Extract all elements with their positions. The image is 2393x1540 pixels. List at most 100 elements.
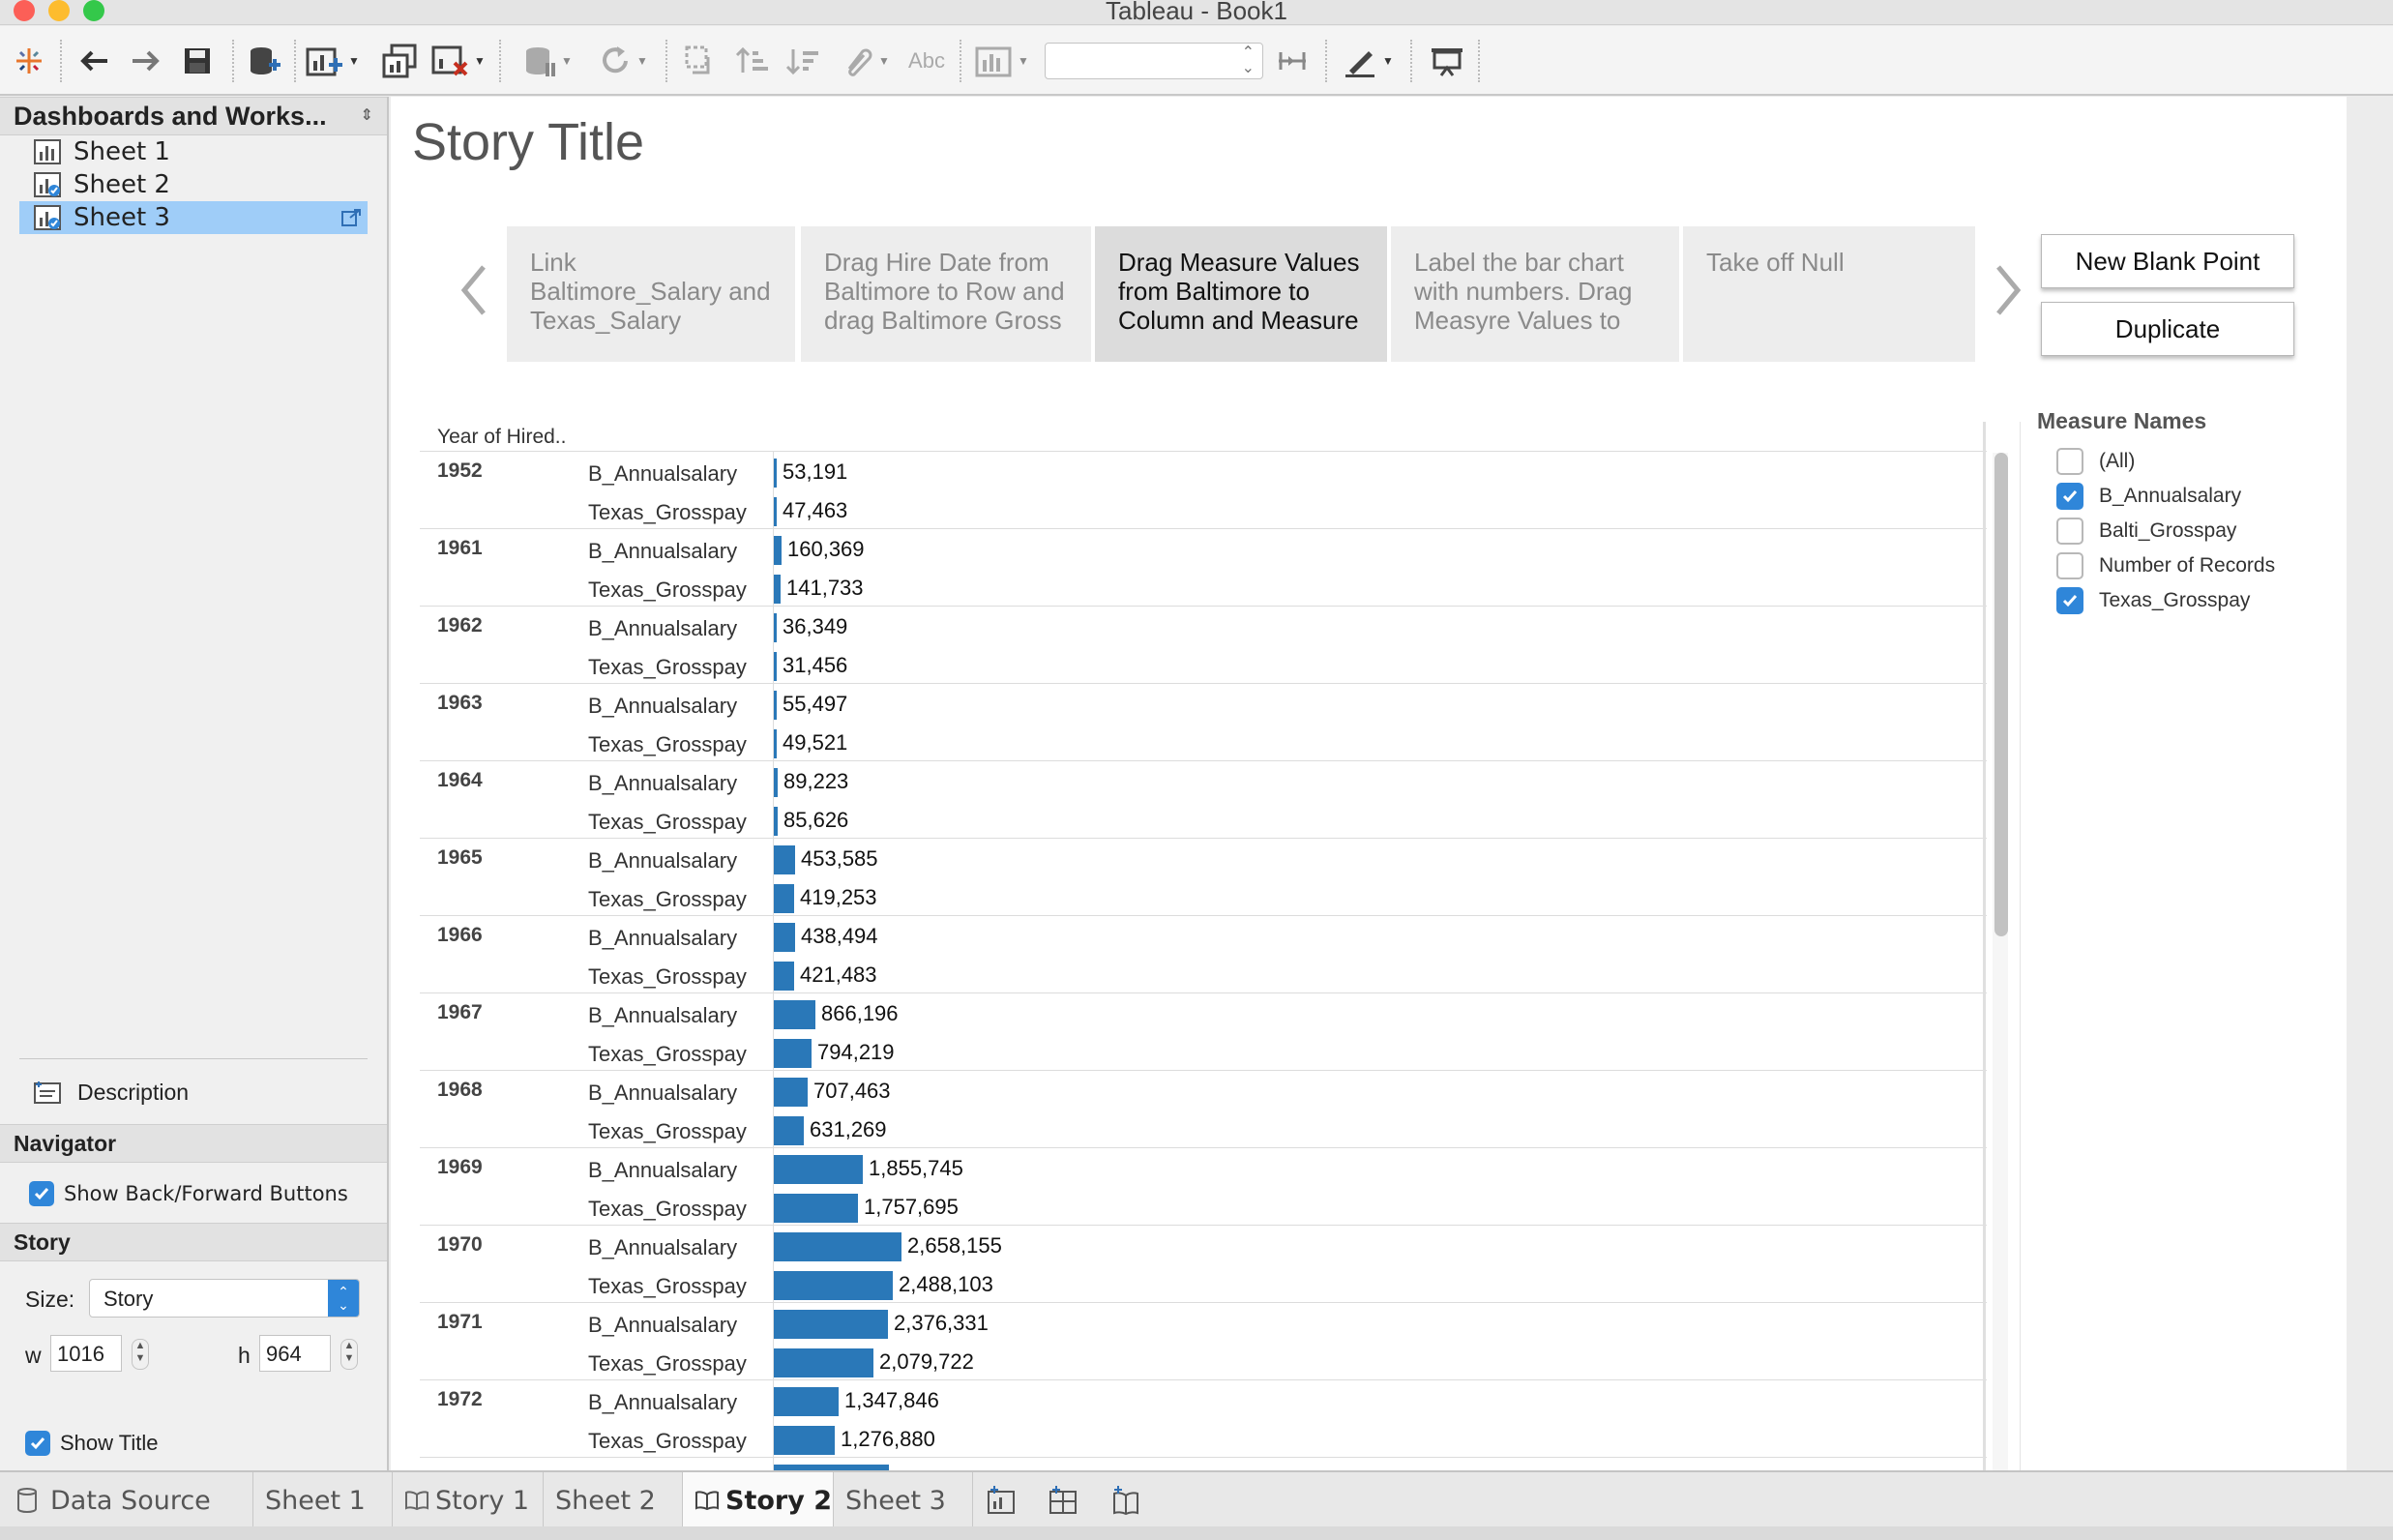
measure-name-label[interactable]: Texas_Grosspay	[588, 578, 747, 603]
new-worksheet-tab-icon[interactable]	[985, 1484, 1023, 1522]
bar-mark[interactable]	[774, 1271, 893, 1300]
bar-mark[interactable]	[774, 1426, 835, 1455]
measure-name-label[interactable]: Texas_Grosspay	[588, 655, 747, 680]
bar-mark[interactable]	[774, 807, 778, 836]
show-title-toggle[interactable]: Show Title	[25, 1426, 159, 1461]
bar-mark[interactable]	[774, 1000, 815, 1029]
bar-mark[interactable]	[774, 1078, 808, 1107]
legend-item[interactable]: (All)	[2037, 444, 2327, 479]
measure-name-label[interactable]: B_Annualsalary	[588, 539, 737, 564]
bar-mark[interactable]	[774, 1232, 901, 1261]
bar-mark[interactable]	[774, 613, 777, 642]
chart-scrollbar-thumb[interactable]	[1994, 453, 2008, 936]
measure-name-label[interactable]: Texas_Grosspay	[588, 1042, 747, 1067]
legend-item[interactable]: Number of Records	[2037, 548, 2327, 583]
checkbox-checked-icon[interactable]	[2056, 587, 2083, 614]
story-point-4[interactable]: Label the bar chart with numbers. Drag M…	[1391, 226, 1679, 362]
measure-name-label[interactable]: B_Annualsalary	[588, 848, 737, 874]
measure-name-label[interactable]: B_Annualsalary	[588, 1003, 737, 1028]
story-title[interactable]: Story Title	[412, 112, 644, 172]
group-icon[interactable]: ▼	[832, 42, 898, 80]
checkbox-checked-icon[interactable]	[2056, 483, 2083, 510]
duplicate-sheet-icon[interactable]	[379, 42, 422, 80]
bar-mark[interactable]	[774, 459, 777, 488]
bar-mark[interactable]	[774, 962, 794, 991]
measure-name-label[interactable]: Texas_Grosspay	[588, 732, 747, 757]
measure-name-label[interactable]: Texas_Grosspay	[588, 964, 747, 990]
row-header-year[interactable]: Year of Hired..	[437, 426, 566, 449]
width-stepper[interactable]: ▲ ▼	[132, 1339, 149, 1370]
presentation-icon[interactable]	[1426, 42, 1468, 80]
legend-item[interactable]: Balti_Grosspay	[2037, 514, 2327, 548]
show-me-icon[interactable]: ▼	[971, 42, 1033, 80]
measure-name-label[interactable]: B_Annualsalary	[588, 1313, 737, 1338]
measure-name-label[interactable]: B_Annualsalary	[588, 461, 737, 487]
measure-name-label[interactable]: Texas_Grosspay	[588, 810, 747, 835]
measure-name-label[interactable]: Texas_Grosspay	[588, 1351, 747, 1377]
clear-sheet-icon[interactable]: ▼	[428, 42, 489, 80]
new-dashboard-tab-icon[interactable]	[1047, 1484, 1085, 1522]
measure-name-label[interactable]: B_Annualsalary	[588, 694, 737, 719]
go-to-sheet-icon[interactable]	[340, 208, 362, 227]
story-back-arrow-icon[interactable]	[455, 261, 493, 319]
legend-item[interactable]: Texas_Grosspay	[2037, 583, 2327, 618]
bar-mark[interactable]	[774, 536, 782, 565]
checkbox-unchecked-icon[interactable]	[2056, 448, 2083, 475]
sheet-item-sheet1[interactable]: Sheet 1	[19, 135, 368, 168]
fix-axes-icon[interactable]	[1271, 42, 1314, 80]
tab-sheet-1[interactable]: Sheet 1	[253, 1472, 393, 1528]
pane-sort-icon[interactable]: ⇕	[361, 98, 373, 134]
sort-ascending-icon[interactable]	[731, 42, 774, 80]
bar-mark[interactable]	[774, 1348, 873, 1377]
new-data-source-icon[interactable]	[244, 42, 286, 80]
story-point-2[interactable]: Drag Hire Date from Baltimore to Row and…	[801, 226, 1091, 362]
measure-name-label[interactable]: Texas_Grosspay	[588, 1197, 747, 1222]
description-item[interactable]: Description	[33, 1074, 189, 1111]
bar-mark[interactable]	[774, 1039, 812, 1068]
bar-mark[interactable]	[774, 923, 795, 952]
bar-mark[interactable]	[774, 768, 778, 797]
measure-name-label[interactable]: Texas_Grosspay	[588, 887, 747, 912]
bar-mark[interactable]	[774, 497, 777, 526]
bar-mark[interactable]	[774, 845, 795, 874]
measure-name-label[interactable]: B_Annualsalary	[588, 771, 737, 796]
new-blank-point-button[interactable]: New Blank Point	[2041, 234, 2294, 288]
new-story-tab-icon[interactable]	[1108, 1484, 1147, 1522]
bar-mark[interactable]	[774, 691, 777, 720]
tab-story-1[interactable]: Story 1	[393, 1472, 544, 1528]
save-icon[interactable]	[178, 42, 217, 80]
show-back-forward-toggle[interactable]: Show Back/Forward Buttons	[29, 1176, 348, 1211]
measure-name-label[interactable]: Texas_Grosspay	[588, 1119, 747, 1144]
measure-name-label[interactable]: Texas_Grosspay	[588, 500, 747, 525]
tab-sheet-3[interactable]: Sheet 3	[834, 1472, 973, 1528]
bar-mark[interactable]	[774, 1194, 858, 1223]
refresh-icon[interactable]: ▼	[592, 42, 654, 80]
sheet-item-sheet2[interactable]: Sheet 2	[19, 168, 368, 201]
story-point-5[interactable]: Take off Null	[1683, 226, 1975, 362]
bar-mark[interactable]	[774, 1310, 888, 1339]
pause-updates-icon[interactable]: ▼	[515, 42, 580, 80]
bar-mark[interactable]	[774, 1116, 804, 1145]
undo-icon[interactable]	[75, 42, 114, 80]
sort-descending-icon[interactable]	[782, 42, 824, 80]
height-input[interactable]: 964	[259, 1335, 331, 1372]
measure-name-label[interactable]: Texas_Grosspay	[588, 1274, 747, 1299]
measure-name-label[interactable]: B_Annualsalary	[588, 616, 737, 641]
swap-icon[interactable]	[679, 42, 722, 80]
pane-header[interactable]: Dashboards and Works... ⇕	[0, 97, 387, 135]
bar-mark[interactable]	[774, 1155, 863, 1184]
bar-mark[interactable]	[774, 884, 794, 913]
tab-sheet-2[interactable]: Sheet 2	[544, 1472, 683, 1528]
size-select[interactable]: Story ⌃ ⌄	[89, 1279, 360, 1318]
width-input[interactable]: 1016	[50, 1335, 122, 1372]
legend-item[interactable]: B_Annualsalary	[2037, 479, 2327, 514]
highlight-icon[interactable]: ▼	[1337, 42, 1401, 80]
checkbox-unchecked-icon[interactable]	[2056, 518, 2083, 545]
sheet-item-sheet3[interactable]: Sheet 3	[19, 201, 368, 234]
measure-name-label[interactable]: B_Annualsalary	[588, 926, 737, 951]
tableau-logo-icon[interactable]	[10, 42, 48, 80]
story-point-1[interactable]: Link Baltimore_Salary and Texas_Salary	[507, 226, 795, 362]
new-worksheet-icon[interactable]: ▼	[306, 42, 360, 80]
measure-name-label[interactable]: B_Annualsalary	[588, 1081, 737, 1106]
bar-mark[interactable]	[774, 652, 777, 681]
